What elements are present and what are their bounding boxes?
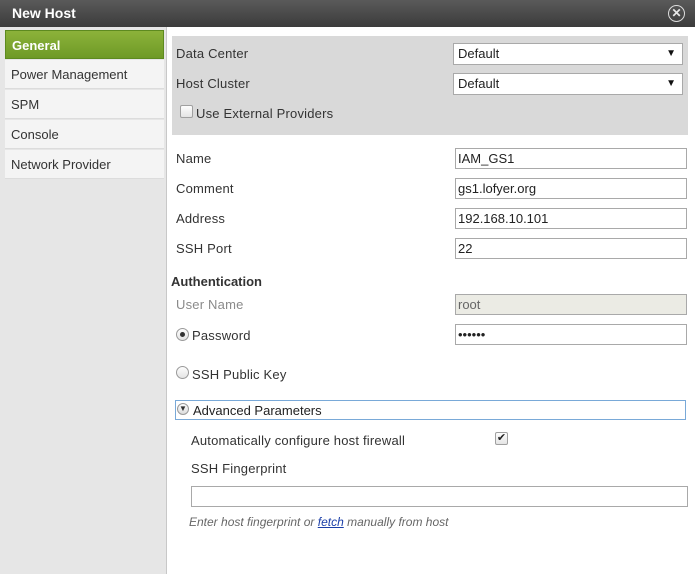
ssh-port-input[interactable]: 22 [455,238,687,259]
password-radio[interactable] [176,328,189,341]
password-input[interactable]: •••••• [455,324,687,345]
host-cluster-label: Host Cluster [176,76,250,91]
sidebar-item-general[interactable]: General [5,30,164,59]
advanced-parameters-label: Advanced Parameters [193,403,322,418]
ssh-fingerprint-label: SSH Fingerprint [191,461,287,476]
dropdown-arrow-icon: ▼ [666,78,676,89]
password-label: Password [192,328,251,343]
host-cluster-select[interactable]: Default ▼ [453,73,683,95]
comment-label: Comment [176,181,234,196]
name-input[interactable]: IAM_GS1 [455,148,687,169]
chevron-down-icon: ▼ [177,403,189,415]
hint-suffix: manually from host [343,515,449,529]
use-external-providers-checkbox[interactable] [180,105,193,118]
address-input[interactable]: 192.168.10.101 [455,208,687,229]
fetch-link[interactable]: fetch [318,515,344,529]
firewall-label: Automatically configure host firewall [191,433,406,448]
comment-input[interactable]: gs1.lofyer.org [455,178,687,199]
data-center-label: Data Center [176,46,249,61]
data-center-select[interactable]: Default ▼ [453,43,683,65]
name-label: Name [176,151,212,166]
main-panel: Data Center Default ▼ Host Cluster Defau… [167,27,695,574]
user-name-input: root [455,294,687,315]
firewall-checkbox[interactable]: ✔ [495,432,508,445]
fingerprint-hint: Enter host fingerprint or fetch manually… [189,515,448,529]
user-name-label: User Name [176,297,244,312]
address-label: Address [176,211,226,226]
ssh-public-key-radio[interactable] [176,366,189,379]
dialog-titlebar: New Host ✕ [0,0,695,27]
sidebar-item-power-management[interactable]: Power Management [5,60,164,89]
data-center-value: Default [458,46,500,61]
use-external-providers-label: Use External Providers [196,106,334,121]
ssh-fingerprint-input[interactable] [191,486,688,507]
advanced-parameters-toggle[interactable]: ▼ Advanced Parameters [175,400,686,420]
sidebar-item-console[interactable]: Console [5,120,164,149]
ssh-port-label: SSH Port [176,241,232,256]
sidebar-item-spm[interactable]: SPM [5,90,164,119]
close-icon[interactable]: ✕ [668,5,685,22]
sidebar: General Power Management SPM Console Net… [0,27,167,574]
dropdown-arrow-icon: ▼ [666,48,676,59]
ssh-public-key-label: SSH Public Key [192,367,287,382]
sidebar-item-network-provider[interactable]: Network Provider [5,150,164,179]
cluster-section: Data Center Default ▼ Host Cluster Defau… [172,36,688,135]
host-cluster-value: Default [458,76,500,91]
authentication-heading: Authentication [171,274,262,289]
hint-prefix: Enter host fingerprint or [189,515,318,529]
dialog-title: New Host [12,5,76,21]
